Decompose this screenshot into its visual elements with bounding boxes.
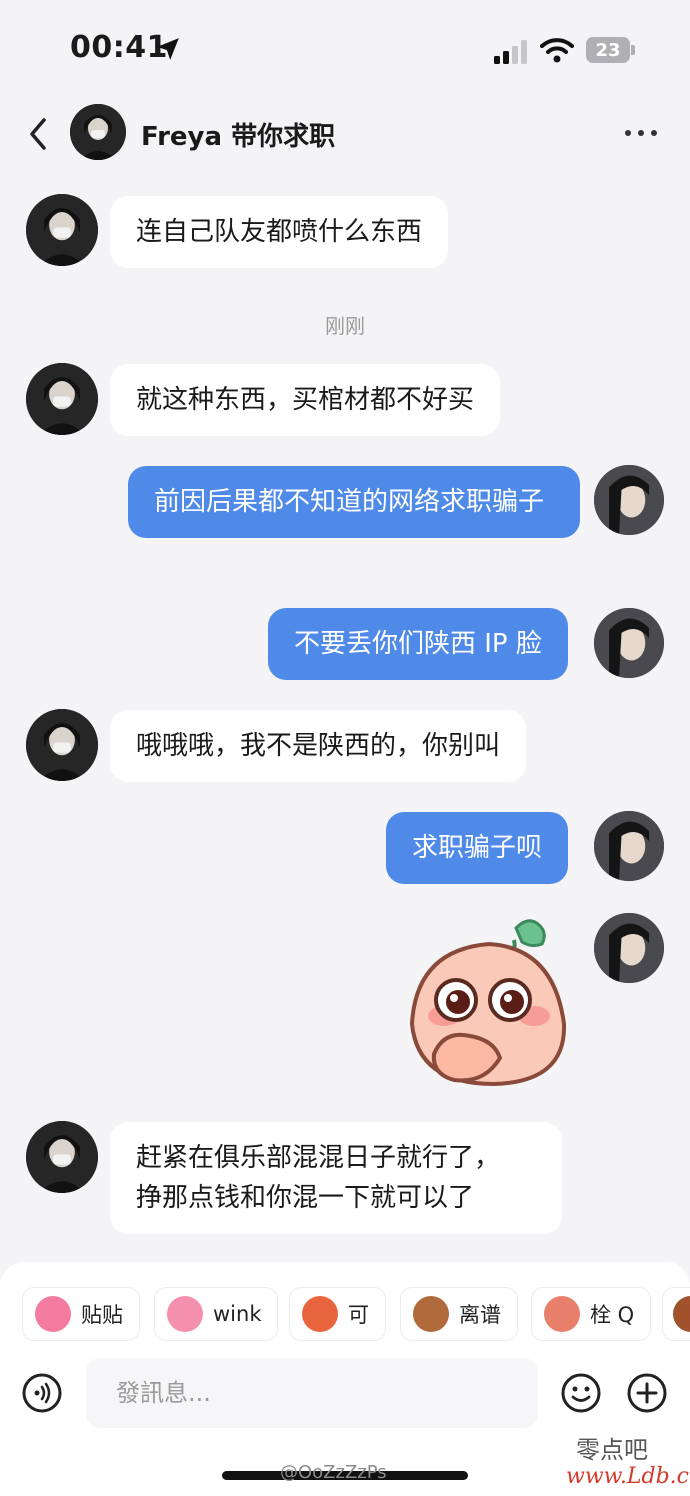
status-time: 00:41 [70,30,168,65]
message-bubble-outgoing[interactable]: 前因后果都不知道的网络求职骗子 [128,466,580,538]
person-silhouette-icon [26,1121,98,1193]
person-photo-icon [594,608,664,678]
sticker-chip-lipu[interactable]: 离谱 [400,1287,518,1341]
sender-avatar[interactable] [26,363,98,435]
sticker-label: 可 [348,1303,369,1327]
more-options-icon[interactable] [624,126,658,140]
watermark-site-name: 零点吧 [576,1436,648,1464]
emoji-icon[interactable] [560,1372,602,1414]
message-line: 赶紧在俱乐部混混日子就行了， [136,1143,501,1173]
back-chevron-icon[interactable] [24,114,54,154]
sender-avatar[interactable] [26,194,98,266]
message-input[interactable] [86,1358,538,1428]
sticker-thumb-icon [413,1296,449,1332]
person-silhouette-icon [26,709,98,781]
sticker-label: 离谱 [459,1303,501,1327]
sender-avatar[interactable] [26,709,98,781]
voice-input-icon[interactable] [21,1372,63,1414]
sticker-thumb-icon [167,1296,203,1332]
chat-title: Freya 带你求职 [141,122,336,152]
sticker-thumb-icon [544,1296,580,1332]
sender-avatar[interactable] [26,1121,98,1193]
message-bubble-incoming[interactable]: 哦哦哦，我不是陕西的，你别叫 [110,710,527,782]
peach-blush-sticker[interactable] [404,914,574,1090]
wifi-icon [540,38,574,63]
sticker-thumb-icon [302,1296,338,1332]
person-silhouette-icon [70,104,126,160]
message-bubble-incoming[interactable]: 连自己队友都喷什么东西 [110,196,449,268]
sticker-chip-wink[interactable]: wink [154,1287,279,1341]
person-photo-icon [594,913,664,983]
sticker-thumb-icon [673,1296,690,1332]
add-attachment-icon[interactable] [626,1372,668,1414]
message-line: 挣那点钱和你混一下就可以了 [136,1183,475,1213]
watermark-url: www.Ldb.cc [566,1464,690,1489]
sticker-thumb-icon [35,1296,71,1332]
message-bubble-outgoing[interactable]: 不要丢你们陕西 IP 脸 [268,608,568,680]
sticker-label: 贴贴 [81,1303,123,1327]
message-timestamp: 刚刚 [325,314,365,338]
sticker-chip-partial[interactable] [662,1287,690,1341]
message-bubble-incoming[interactable]: 就这种东西，买棺材都不好买 [110,364,501,436]
sticker-label: wink [213,1302,262,1326]
sticker-chip-tietie[interactable]: 贴贴 [22,1287,140,1341]
my-avatar[interactable] [594,811,664,881]
person-photo-icon [594,465,664,535]
chat-screen: 00:41 23 Freya 带你求职 连自己队友都喷什么东西 刚刚 就这种东西… [0,0,690,1496]
sticker-chip-ke[interactable]: 可 [289,1287,386,1341]
sticker-chip-shuanq[interactable]: 栓 Q [531,1287,652,1341]
contact-avatar[interactable] [70,104,126,160]
battery-indicator: 23 [586,37,630,63]
person-silhouette-icon [26,363,98,435]
battery-cap [631,45,635,55]
sticker-label: 栓 Q [590,1303,635,1327]
person-silhouette-icon [26,194,98,266]
location-arrow-icon [157,38,179,60]
watermark-weibo: @OoZzZzPs [280,1462,387,1483]
my-avatar[interactable] [594,465,664,535]
message-bubble-incoming[interactable]: 赶紧在俱乐部混混日子就行了， 挣那点钱和你混一下就可以了 [110,1122,562,1234]
my-avatar[interactable] [594,913,664,983]
person-photo-icon [594,811,664,881]
my-avatar[interactable] [594,608,664,678]
cellular-signal-icon [494,40,527,64]
message-bubble-outgoing[interactable]: 求职骗子呗 [386,812,569,884]
